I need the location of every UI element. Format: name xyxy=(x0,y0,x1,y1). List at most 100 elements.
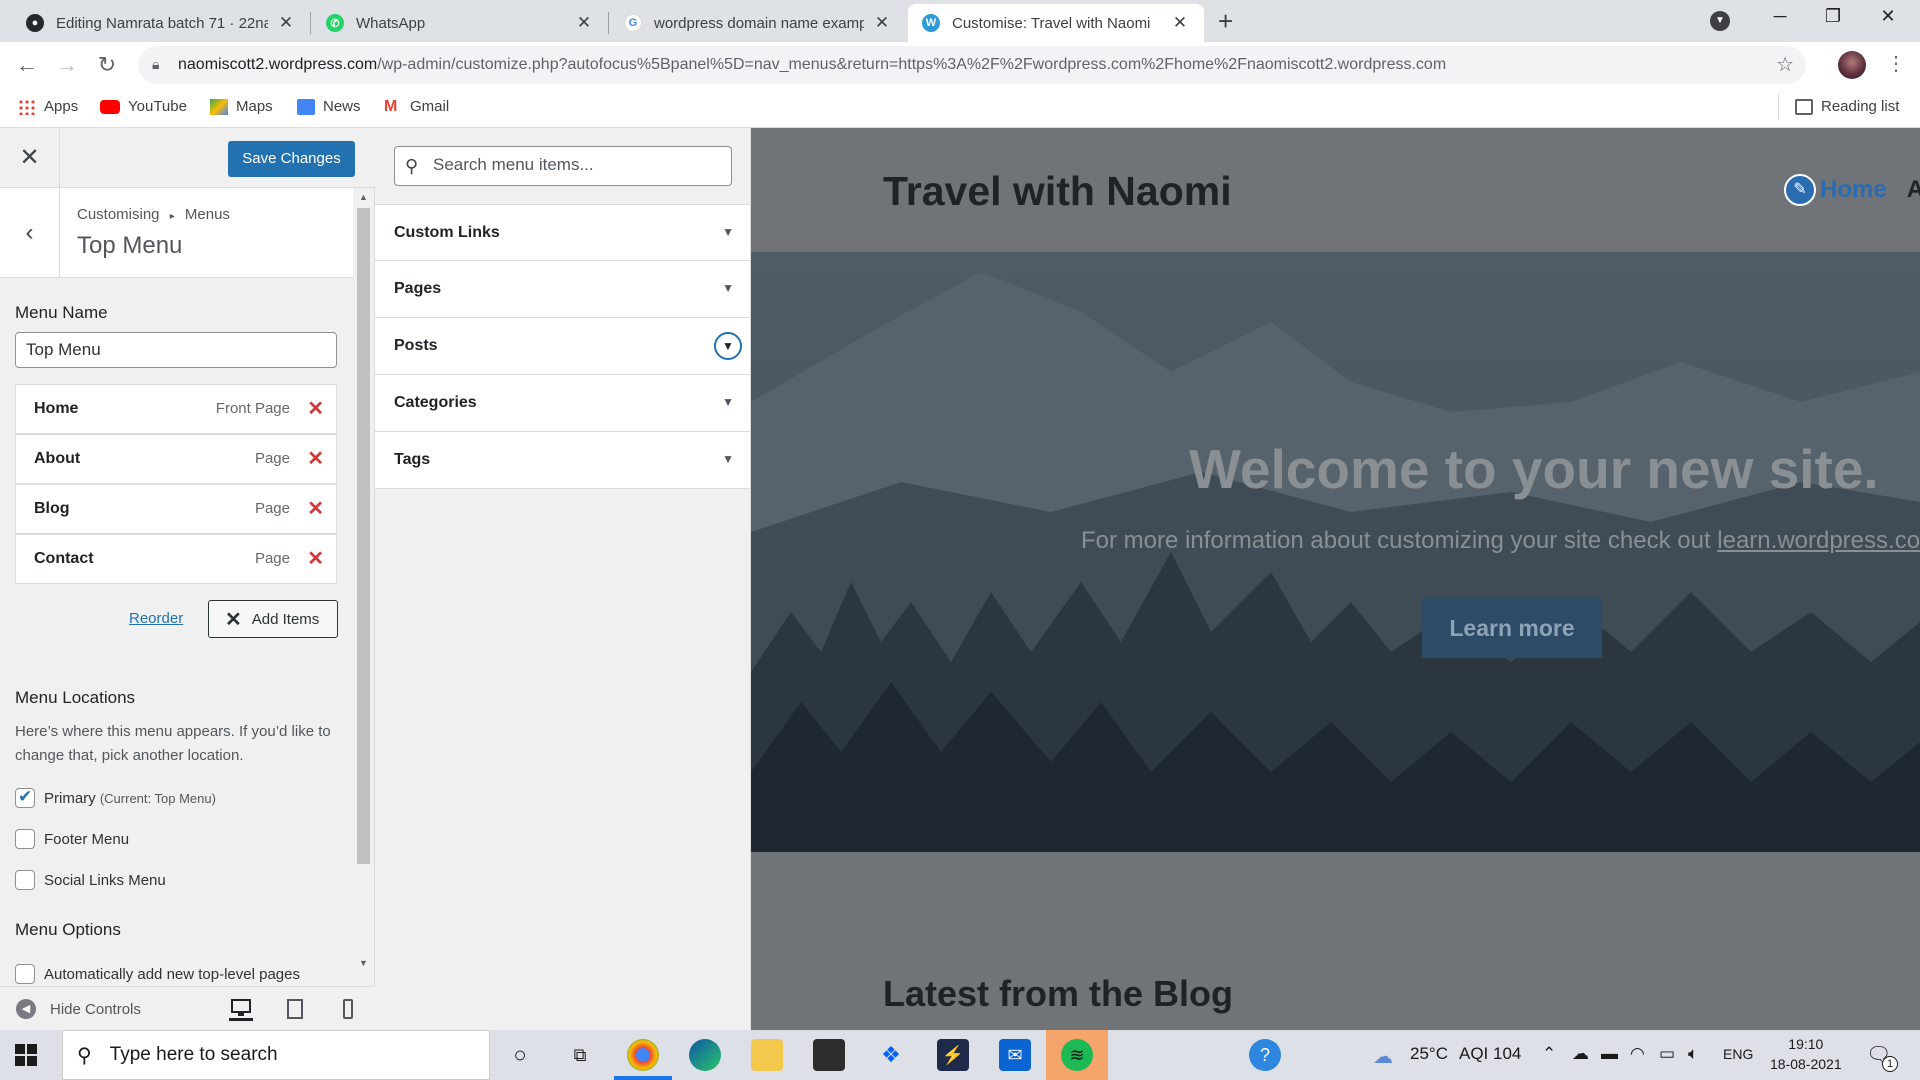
menu-items-search[interactable]: ⚲ xyxy=(394,146,732,186)
scrollbar-thumb[interactable] xyxy=(357,208,370,864)
social-location-checkbox[interactable] xyxy=(15,870,35,890)
close-customizer-icon[interactable]: ✕ xyxy=(0,128,60,188)
dropbox-icon[interactable]: ❖ xyxy=(875,1039,907,1071)
accordion-pages[interactable]: Pages ▼ xyxy=(375,261,750,318)
menu-item-blog[interactable]: Blog Page ✕ xyxy=(15,484,337,534)
tab-close-icon[interactable]: ✕ xyxy=(574,13,594,33)
back-arrow-icon[interactable]: ← xyxy=(12,50,42,80)
task-view-icon[interactable]: ⧉ xyxy=(564,1039,596,1071)
address-bar[interactable]: 🔒︎ naomiscott2.wordpress.com/wp-admin/cu… xyxy=(138,46,1806,84)
tab-search-icon[interactable]: ▼ xyxy=(1710,11,1730,31)
file-explorer-icon[interactable] xyxy=(751,1039,783,1071)
expand-arrow-icon[interactable]: ▼ xyxy=(722,452,734,466)
edge-taskbar-icon[interactable] xyxy=(689,1039,721,1071)
mobile-preview-icon[interactable] xyxy=(336,997,360,1021)
tab-close-icon[interactable]: ✕ xyxy=(276,13,296,33)
menu-item-home[interactable]: Home Front Page ✕ xyxy=(15,384,337,434)
primary-location-label: Primary (Current: Top Menu) xyxy=(44,790,216,807)
menu-item-title: Home xyxy=(34,400,79,417)
aqi[interactable]: AQI 104 xyxy=(1459,1044,1521,1064)
tab-close-icon[interactable]: ✕ xyxy=(872,13,892,33)
expand-arrow-icon[interactable]: ▼ xyxy=(714,332,742,360)
store-icon[interactable] xyxy=(813,1039,845,1071)
clock[interactable]: 19:10 18-08-2021 xyxy=(1770,1034,1842,1074)
tab-customise[interactable]: W Customise: Travel with Naomi ✕ xyxy=(908,4,1204,42)
wifi-icon[interactable]: ◠ xyxy=(1630,1044,1645,1064)
profile-avatar[interactable] xyxy=(1838,51,1866,79)
accordion-categories[interactable]: Categories ▼ xyxy=(375,375,750,432)
learn-wordpress-link[interactable]: learn.wordpress.co xyxy=(1717,527,1920,554)
temperature[interactable]: 25°C xyxy=(1410,1044,1448,1064)
footer-location-checkbox[interactable] xyxy=(15,829,35,849)
forward-arrow-icon[interactable]: → xyxy=(52,50,82,80)
reload-icon[interactable]: ↻ xyxy=(92,50,122,80)
battery-icon[interactable]: ▬ xyxy=(1601,1044,1618,1064)
tablet-preview-icon[interactable] xyxy=(283,997,307,1021)
learn-more-button[interactable]: Learn more xyxy=(1422,598,1602,658)
volume-icon[interactable]: 🔈︎ xyxy=(1688,1044,1698,1064)
accordion-posts[interactable]: Posts ▼ xyxy=(375,318,750,375)
primary-location-checkbox[interactable] xyxy=(15,787,35,808)
whatsapp-icon: ✆ xyxy=(326,14,344,32)
remove-item-icon[interactable]: ✕ xyxy=(307,396,324,421)
nav-link-partial[interactable]: A xyxy=(1907,176,1920,204)
taskbar-search[interactable]: ⚲ Type here to search xyxy=(62,1030,490,1080)
scroll-up-icon[interactable]: ▲ xyxy=(359,192,368,202)
save-changes-button[interactable]: Save Changes xyxy=(228,141,355,177)
hide-controls-button[interactable]: ◀ Hide Controls xyxy=(16,999,141,1019)
show-hidden-icons-icon[interactable]: ⌃ xyxy=(1542,1044,1556,1064)
hero-heading: Welcome to your new site. xyxy=(1189,438,1879,500)
windows-start-icon[interactable] xyxy=(14,1043,38,1067)
reorder-link[interactable]: Reorder xyxy=(129,610,183,627)
onedrive-icon[interactable]: ☁ xyxy=(1572,1044,1589,1064)
customizer-header: ✕ Save Changes xyxy=(0,128,375,188)
tab-google-search[interactable]: G wordpress domain name exampl ✕ xyxy=(610,4,906,42)
cortana-icon[interactable]: ○ xyxy=(504,1039,536,1071)
window-close-icon[interactable]: ✕ xyxy=(1865,6,1911,27)
display-icon[interactable]: ▭ xyxy=(1659,1044,1675,1064)
menu-item-type: Page xyxy=(254,500,290,517)
expand-arrow-icon[interactable]: ▼ xyxy=(722,395,734,409)
mail-icon[interactable]: ✉ xyxy=(999,1039,1031,1071)
accordion-custom-links[interactable]: Custom Links ▼ xyxy=(375,204,750,261)
bookmark-youtube[interactable]: YouTube xyxy=(100,98,187,115)
nav-link-home[interactable]: Home xyxy=(1820,176,1887,204)
scroll-down-icon[interactable]: ▼ xyxy=(359,958,368,968)
bookmark-news[interactable]: News xyxy=(297,98,361,115)
tab-whatsapp[interactable]: ✆ WhatsApp ✕ xyxy=(312,4,608,42)
menu-name-input[interactable]: Top Menu xyxy=(15,332,337,368)
help-icon[interactable]: ? xyxy=(1249,1039,1281,1071)
weather-icon[interactable]: ☁ xyxy=(1373,1044,1393,1069)
search-menu-items-input[interactable] xyxy=(433,155,723,175)
bookmarks-bar: Apps YouTube Maps News M Gmail Reading l… xyxy=(0,88,1920,128)
dev-app-icon[interactable]: ⚡ xyxy=(937,1039,969,1071)
bookmark-star-icon[interactable]: ☆ xyxy=(1776,52,1794,77)
auto-add-pages-checkbox[interactable] xyxy=(15,964,35,984)
chrome-taskbar-icon[interactable] xyxy=(627,1039,659,1071)
bookmark-gmail[interactable]: M Gmail xyxy=(384,98,449,115)
desktop-preview-icon[interactable] xyxy=(229,997,253,1021)
language-indicator[interactable]: ENG xyxy=(1723,1046,1753,1062)
chrome-menu-icon[interactable]: ⋮ xyxy=(1886,51,1906,76)
bookmark-maps[interactable]: Maps xyxy=(210,98,273,115)
menu-item-contact[interactable]: Contact Page ✕ xyxy=(15,534,337,584)
reading-list-button[interactable]: Reading list xyxy=(1795,98,1899,115)
remove-item-icon[interactable]: ✕ xyxy=(307,446,324,471)
spotify-icon[interactable]: ≋ xyxy=(1061,1039,1093,1071)
remove-item-icon[interactable]: ✕ xyxy=(307,546,324,571)
menu-item-about[interactable]: About Page ✕ xyxy=(15,434,337,484)
maximize-icon[interactable]: ❐ xyxy=(1810,6,1856,27)
accordion-tags[interactable]: Tags ▼ xyxy=(375,432,750,489)
bookmark-apps[interactable]: Apps xyxy=(18,98,78,115)
back-chevron-icon[interactable]: ‹ xyxy=(0,188,60,278)
minimize-icon[interactable]: ─ xyxy=(1757,6,1803,27)
new-tab-button[interactable]: + xyxy=(1218,6,1233,37)
remove-item-icon[interactable]: ✕ xyxy=(307,496,324,521)
site-title[interactable]: Travel with Naomi xyxy=(883,168,1232,215)
tab-github[interactable]: ● Editing Namrata batch 71 · 22nar ✕ xyxy=(12,4,310,42)
expand-arrow-icon[interactable]: ▼ xyxy=(722,281,734,295)
add-items-button[interactable]: ✕ Add Items xyxy=(208,600,338,638)
expand-arrow-icon[interactable]: ▼ xyxy=(722,225,734,239)
tab-close-icon[interactable]: ✕ xyxy=(1170,13,1190,33)
edit-pencil-icon[interactable]: ✎ xyxy=(1784,174,1816,206)
